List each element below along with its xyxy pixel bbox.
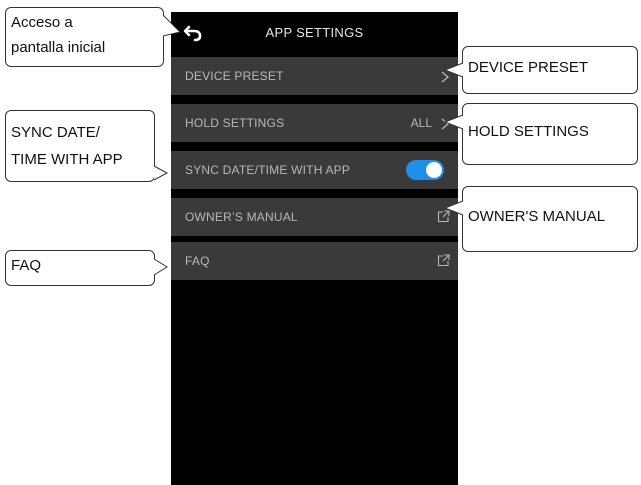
callout-pointer	[162, 14, 181, 37]
callout-sync-date-time: SYNC DATE/ TIME WITH APP	[5, 110, 155, 182]
callout-pointer	[153, 258, 168, 276]
callout-sync-line2: TIME WITH APP	[11, 151, 123, 168]
callout-home-line1: Acceso a	[11, 14, 73, 31]
callout-device-preset: DEVICE PRESET	[462, 46, 638, 94]
callout-device-preset-text: DEVICE PRESET	[468, 59, 589, 76]
hold-settings-label: HOLD SETTINGS	[185, 116, 285, 130]
callout-pointer	[153, 165, 169, 181]
callout-home-line2: pantalla inicial	[11, 39, 106, 56]
page-title: APP SETTINGS	[265, 25, 364, 40]
sync-date-time-label: SYNC DATE/TIME WITH APP	[185, 163, 351, 177]
callout-pointer	[443, 200, 464, 216]
callout-pointer	[443, 62, 464, 78]
sync-date-time-toggle[interactable]	[406, 160, 444, 180]
sync-date-time-row: SYNC DATE/TIME WITH APP	[171, 151, 458, 189]
title-bar: APP SETTINGS	[171, 12, 458, 56]
device-preset-label: DEVICE PRESET	[185, 69, 284, 83]
owners-manual-label: OWNER’S MANUAL	[185, 210, 298, 224]
faq-label: FAQ	[185, 254, 210, 268]
callout-faq-text: FAQ	[11, 257, 42, 274]
callout-owners-manual: OWNER'S MANUAL	[462, 186, 638, 252]
app-settings-screen: APP SETTINGS DEVICE PRESET HOLD SETTINGS…	[171, 12, 458, 485]
hold-settings-row[interactable]: HOLD SETTINGS ALL	[171, 104, 458, 142]
callout-owners-manual-text: OWNER'S MANUAL	[468, 208, 606, 225]
owners-manual-row[interactable]: OWNER’S MANUAL	[171, 198, 458, 236]
faq-row[interactable]: FAQ	[171, 242, 458, 280]
callout-hold-settings: HOLD SETTINGS	[462, 103, 638, 165]
callout-hold-settings-text: HOLD SETTINGS	[468, 123, 589, 140]
toggle-knob	[426, 162, 442, 178]
hold-settings-value: ALL	[410, 116, 432, 130]
callout-sync-line1: SYNC DATE/	[11, 124, 100, 141]
callout-pointer	[443, 114, 464, 130]
callout-home-screen: Acceso a pantalla inicial	[5, 7, 164, 67]
device-preset-row[interactable]: DEVICE PRESET	[171, 57, 458, 95]
external-link-icon	[437, 254, 450, 267]
callout-faq: FAQ	[5, 250, 155, 286]
